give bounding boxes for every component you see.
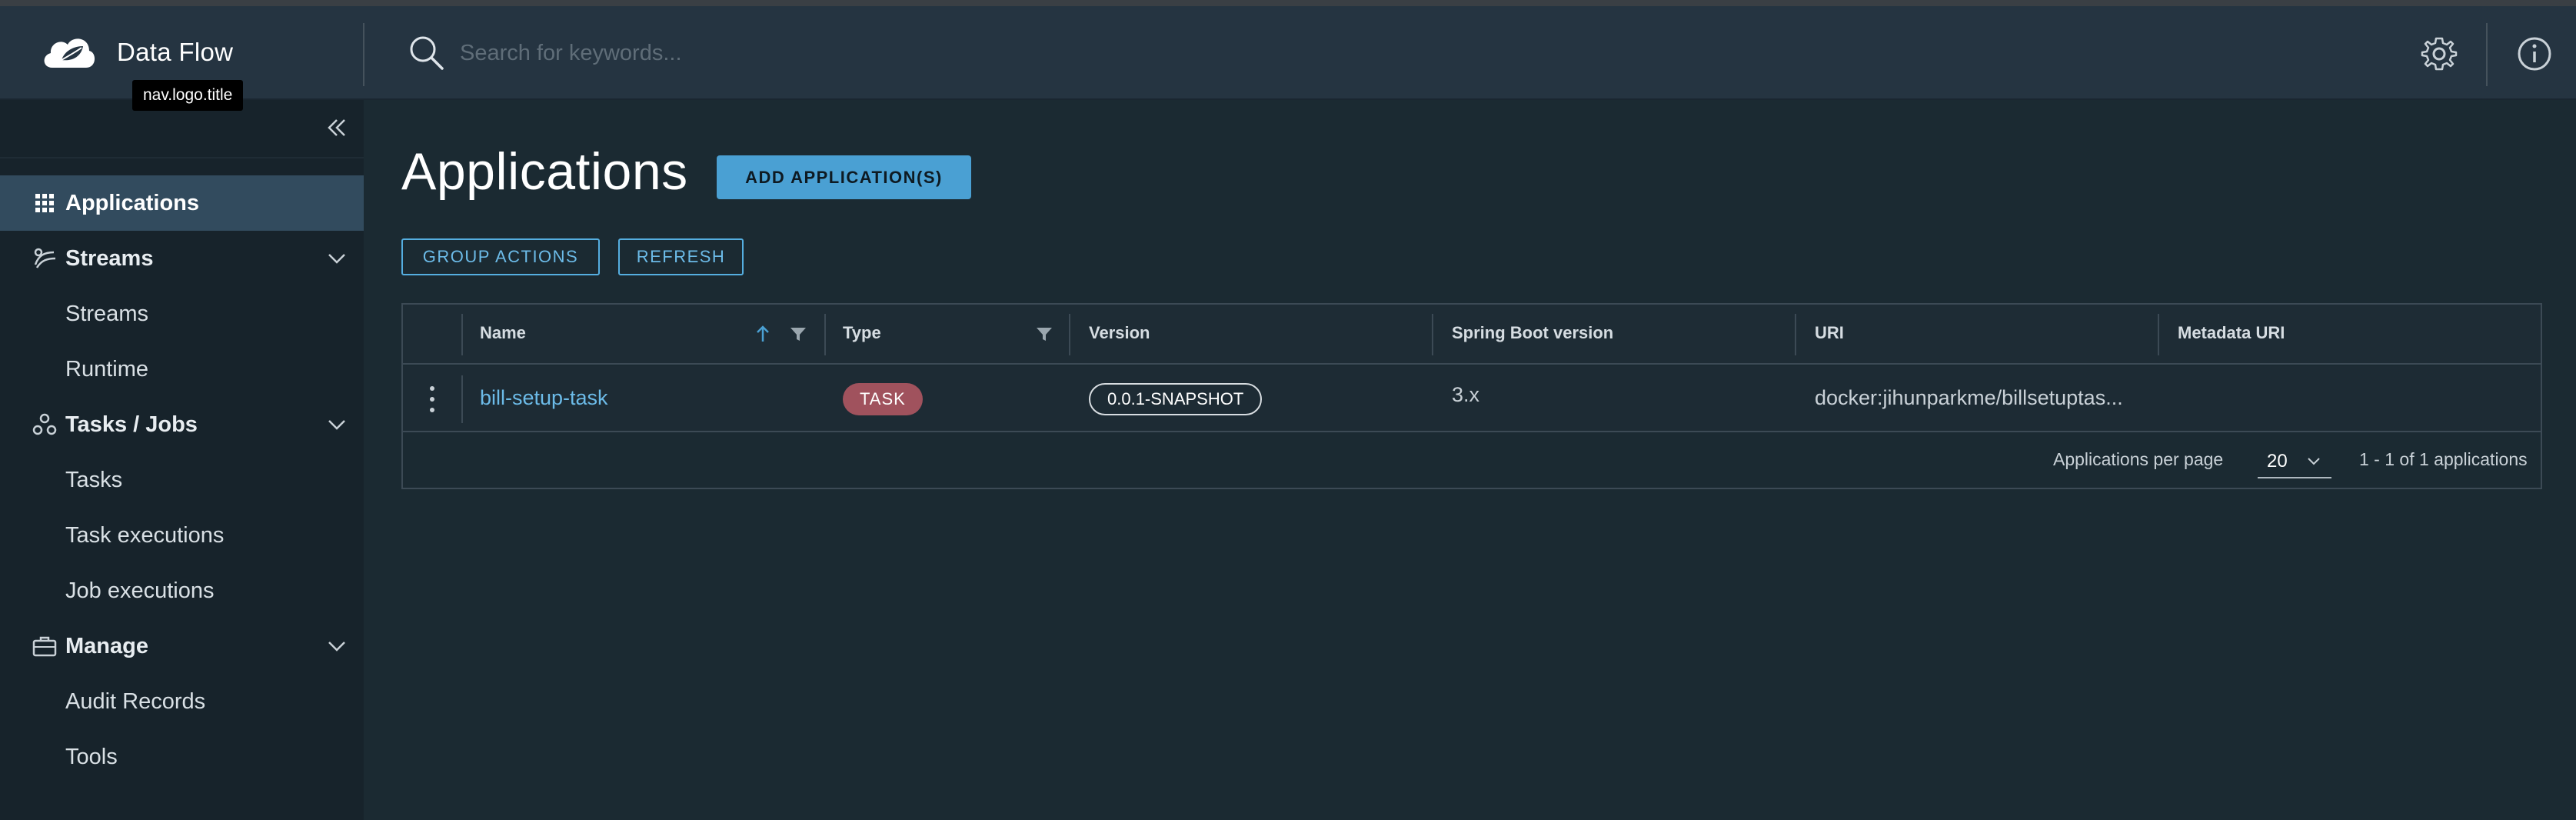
sidebar-item-audit-records[interactable]: Audit Records [0, 674, 364, 729]
column-header-version[interactable]: Version [1089, 323, 1150, 343]
brand[interactable]: Data Flow [38, 29, 233, 75]
sidebar-item-label: Tasks [65, 467, 123, 492]
app-title: Data Flow [117, 38, 234, 66]
type-badge: TASK [843, 383, 923, 415]
group-actions-button[interactable]: GROUP ACTIONS [401, 238, 600, 275]
sidebar-item-job-executions[interactable]: Job executions [0, 563, 364, 618]
chevron-down-icon [328, 642, 345, 652]
sidebar-item-task-executions[interactable]: Task executions [0, 508, 364, 563]
spring-cloud-logo-icon [44, 38, 95, 68]
search-bar[interactable] [408, 32, 1330, 74]
sidebar-group-streams[interactable]: Streams [0, 231, 364, 286]
sidebar-item-label: Audit Records [65, 688, 206, 714]
column-divider [1069, 314, 1070, 355]
applications-table: Name Type Version Spring Boot version UR… [401, 303, 2542, 489]
table-row[interactable]: bill-setup-task TASK 0.0.1-SNAPSHOT 3.x … [403, 366, 2541, 432]
column-divider [461, 314, 463, 355]
sidebar-group-tasks-jobs[interactable]: Tasks / Jobs [0, 397, 364, 452]
filter-icon[interactable] [787, 323, 809, 345]
sidebar: Applications Streams Streams Runtime Tas… [0, 100, 364, 820]
sidebar-item-runtime[interactable]: Runtime [0, 342, 364, 397]
column-divider [2158, 314, 2159, 355]
per-page-value: 20 [2267, 451, 2288, 472]
sidebar-item-streams[interactable]: Streams [0, 286, 364, 342]
header-divider-right [2486, 23, 2488, 86]
sidebar-item-label: Streams [65, 301, 148, 326]
table-footer: Applications per page 20 1 - 1 of 1 appl… [403, 432, 2541, 488]
sidebar-item-label: Tasks / Jobs [65, 412, 198, 437]
app-name-link[interactable]: bill-setup-task [480, 386, 608, 410]
chevron-down-icon [328, 254, 345, 264]
sidebar-item-applications[interactable]: Applications [0, 175, 364, 231]
window-top-strip [0, 0, 2576, 6]
sidebar-item-tasks[interactable]: Tasks [0, 452, 364, 508]
per-page-select[interactable]: 20 [2258, 442, 2331, 478]
row-actions-icon[interactable] [426, 383, 438, 415]
streams-icon [34, 248, 56, 268]
uri-cell: docker:jihunparkme/billsetuptas... [1815, 386, 2123, 409]
column-divider [824, 314, 826, 355]
version-badge: 0.0.1-SNAPSHOT [1089, 383, 1263, 415]
header-divider [363, 23, 364, 86]
sidebar-item-label: Job executions [65, 578, 215, 603]
search-icon [410, 36, 444, 70]
sidebar-item-label: Streams [65, 245, 154, 271]
tasks-icon [32, 413, 57, 435]
sidebar-group-manage[interactable]: Manage [0, 618, 364, 674]
table-header: Name Type Version Spring Boot version UR… [403, 305, 2541, 365]
spring-boot-version-cell: 3.x [1452, 383, 1480, 406]
refresh-button[interactable]: REFRESH [618, 238, 744, 275]
add-applications-button[interactable]: ADD APPLICATION(S) [717, 155, 971, 199]
briefcase-icon [32, 636, 57, 657]
top-header: Data Flow [0, 6, 2576, 100]
page-title: Applications [401, 142, 688, 201]
column-divider [1795, 314, 1796, 355]
pagination-range: 1 - 1 of 1 applications [2359, 449, 2528, 469]
chevron-down-icon [328, 420, 345, 430]
filter-icon[interactable] [1033, 323, 1055, 345]
column-header-name[interactable]: Name [480, 323, 526, 343]
info-icon[interactable] [2516, 35, 2553, 72]
gear-icon[interactable] [2421, 35, 2458, 72]
column-header-uri[interactable]: URI [1815, 323, 1844, 343]
sidebar-item-label: Runtime [65, 356, 148, 382]
collapse-sidebar-icon[interactable] [323, 114, 351, 142]
sidebar-item-label: Manage [65, 633, 148, 658]
chevron-down-icon [2308, 458, 2320, 465]
sidebar-divider [0, 157, 364, 158]
grid-icon [35, 194, 54, 212]
sidebar-item-label: Task executions [65, 522, 225, 548]
sidebar-item-tools[interactable]: Tools [0, 729, 364, 785]
row-divider [461, 375, 463, 423]
sort-ascending-icon[interactable] [752, 323, 774, 345]
sidebar-item-label: Tools [65, 744, 118, 769]
logo-tooltip: nav.logo.title [132, 80, 244, 111]
column-header-spring-boot-version[interactable]: Spring Boot version [1452, 323, 1613, 343]
sidebar-item-label: Applications [65, 190, 200, 215]
per-page-label: Applications per page [2053, 449, 2224, 469]
column-header-metadata-uri[interactable]: Metadata URI [2178, 323, 2285, 343]
search-input[interactable] [460, 40, 1306, 66]
column-header-type[interactable]: Type [843, 323, 881, 343]
column-divider [1432, 314, 1433, 355]
